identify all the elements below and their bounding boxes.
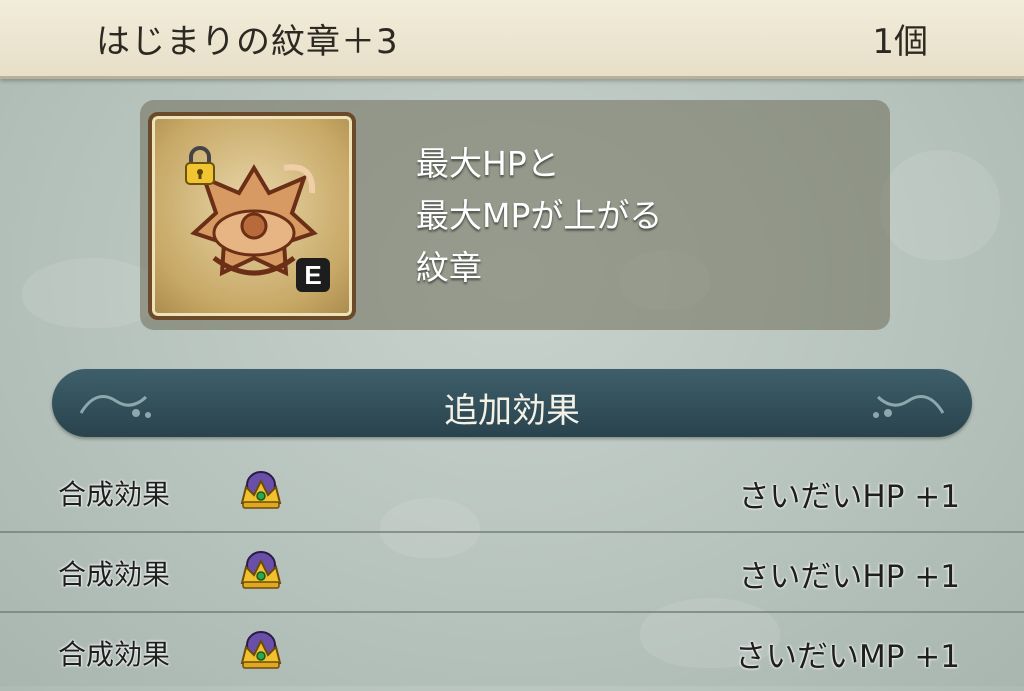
crown-icon: [240, 631, 282, 669]
effect-row-value: さいだいHP +1: [738, 559, 960, 595]
item-title-bar: はじまりの紋章＋3 1個: [0, 0, 1024, 79]
additional-effects-title: 追加効果: [444, 391, 580, 431]
flourish-right-icon: [873, 395, 945, 418]
effect-row-label: 合成効果: [58, 558, 171, 591]
item-count: 1個: [872, 22, 928, 62]
crown-icon: [240, 551, 282, 589]
equipped-badge: E: [296, 258, 330, 292]
description-line: 最大HPと: [416, 144, 560, 183]
description-line: 最大MPが上がる: [416, 196, 663, 235]
effect-row: 合成効果 さいだいMP +1: [0, 611, 1024, 691]
effect-row: 合成効果 さいだいHP +1: [0, 451, 1024, 533]
crown-icon: [240, 471, 282, 509]
item-description: 最大HPと 最大MPが上がる 紋章: [416, 138, 662, 294]
item-icon-frame[interactable]: E: [148, 112, 356, 320]
effect-row: 合成効果 さいだいHP +1: [0, 531, 1024, 613]
background-leaf-decoration: [880, 150, 1000, 260]
item-name: はじまりの紋章＋3: [96, 22, 399, 62]
description-line: 紋章: [416, 248, 482, 287]
lock-icon: [185, 146, 215, 185]
effect-row-value: さいだいHP +1: [738, 479, 960, 515]
effect-row-value: さいだいMP +1: [735, 639, 960, 675]
effect-row-label: 合成効果: [58, 638, 171, 671]
effect-row-label: 合成効果: [58, 478, 171, 511]
additional-effects-header: 追加効果: [52, 369, 972, 437]
